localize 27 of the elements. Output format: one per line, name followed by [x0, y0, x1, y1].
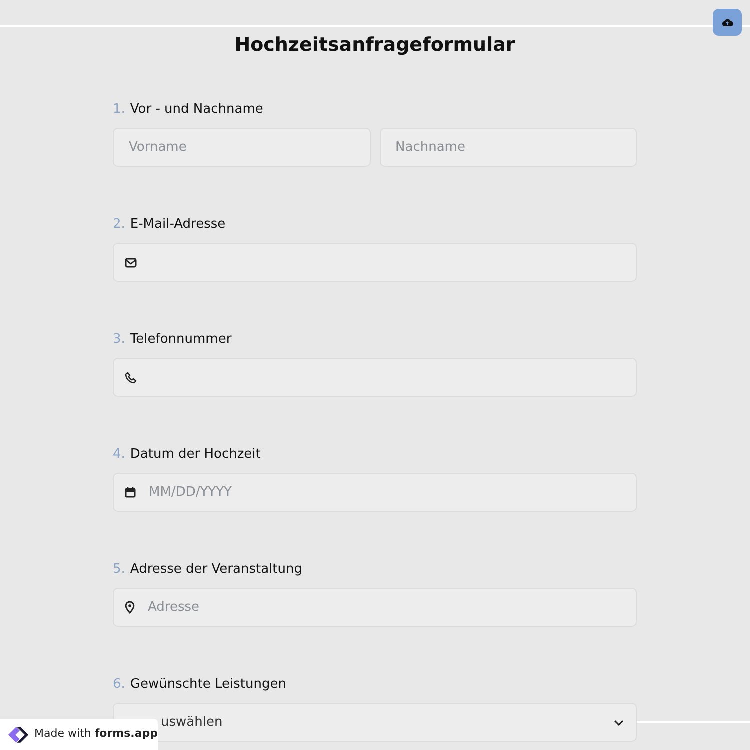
location-pin-icon — [125, 601, 135, 614]
question-label: Gewünschte Leistungen — [130, 676, 286, 694]
question-label: Vor - und Nachname — [130, 101, 264, 119]
question-number: 4. — [113, 446, 126, 464]
question-number: 2. — [113, 216, 126, 234]
question-number: 6. — [113, 676, 126, 694]
question-number: 3. — [113, 331, 126, 349]
calendar-icon — [125, 487, 136, 498]
date-field[interactable]: MM/DD/YYYY — [113, 473, 637, 512]
question-label: Telefonnummer — [130, 331, 232, 349]
email-field[interactable] — [113, 243, 637, 282]
question-number: 1. — [113, 101, 126, 119]
question-number: 5. — [113, 561, 126, 579]
envelope-icon — [125, 258, 137, 268]
phone-field[interactable] — [113, 358, 637, 397]
phone-icon — [125, 372, 137, 384]
question-label: E-Mail-Adresse — [130, 216, 226, 234]
made-with-badge[interactable]: Made with forms.app — [0, 719, 158, 750]
upload-button[interactable] — [713, 9, 742, 36]
form-title: Hochzeitsanfrageformular — [234, 33, 516, 58]
question-label: Datum der Hochzeit — [130, 446, 261, 464]
chevron-down-icon — [614, 720, 624, 726]
text-field[interactable]: Nachname — [380, 128, 637, 167]
cloud-upload-icon — [722, 18, 733, 27]
address-field[interactable]: Adresse — [113, 588, 637, 627]
text-field[interactable]: Vorname — [113, 128, 370, 167]
question-label: Adresse der Veranstaltung — [130, 561, 302, 579]
